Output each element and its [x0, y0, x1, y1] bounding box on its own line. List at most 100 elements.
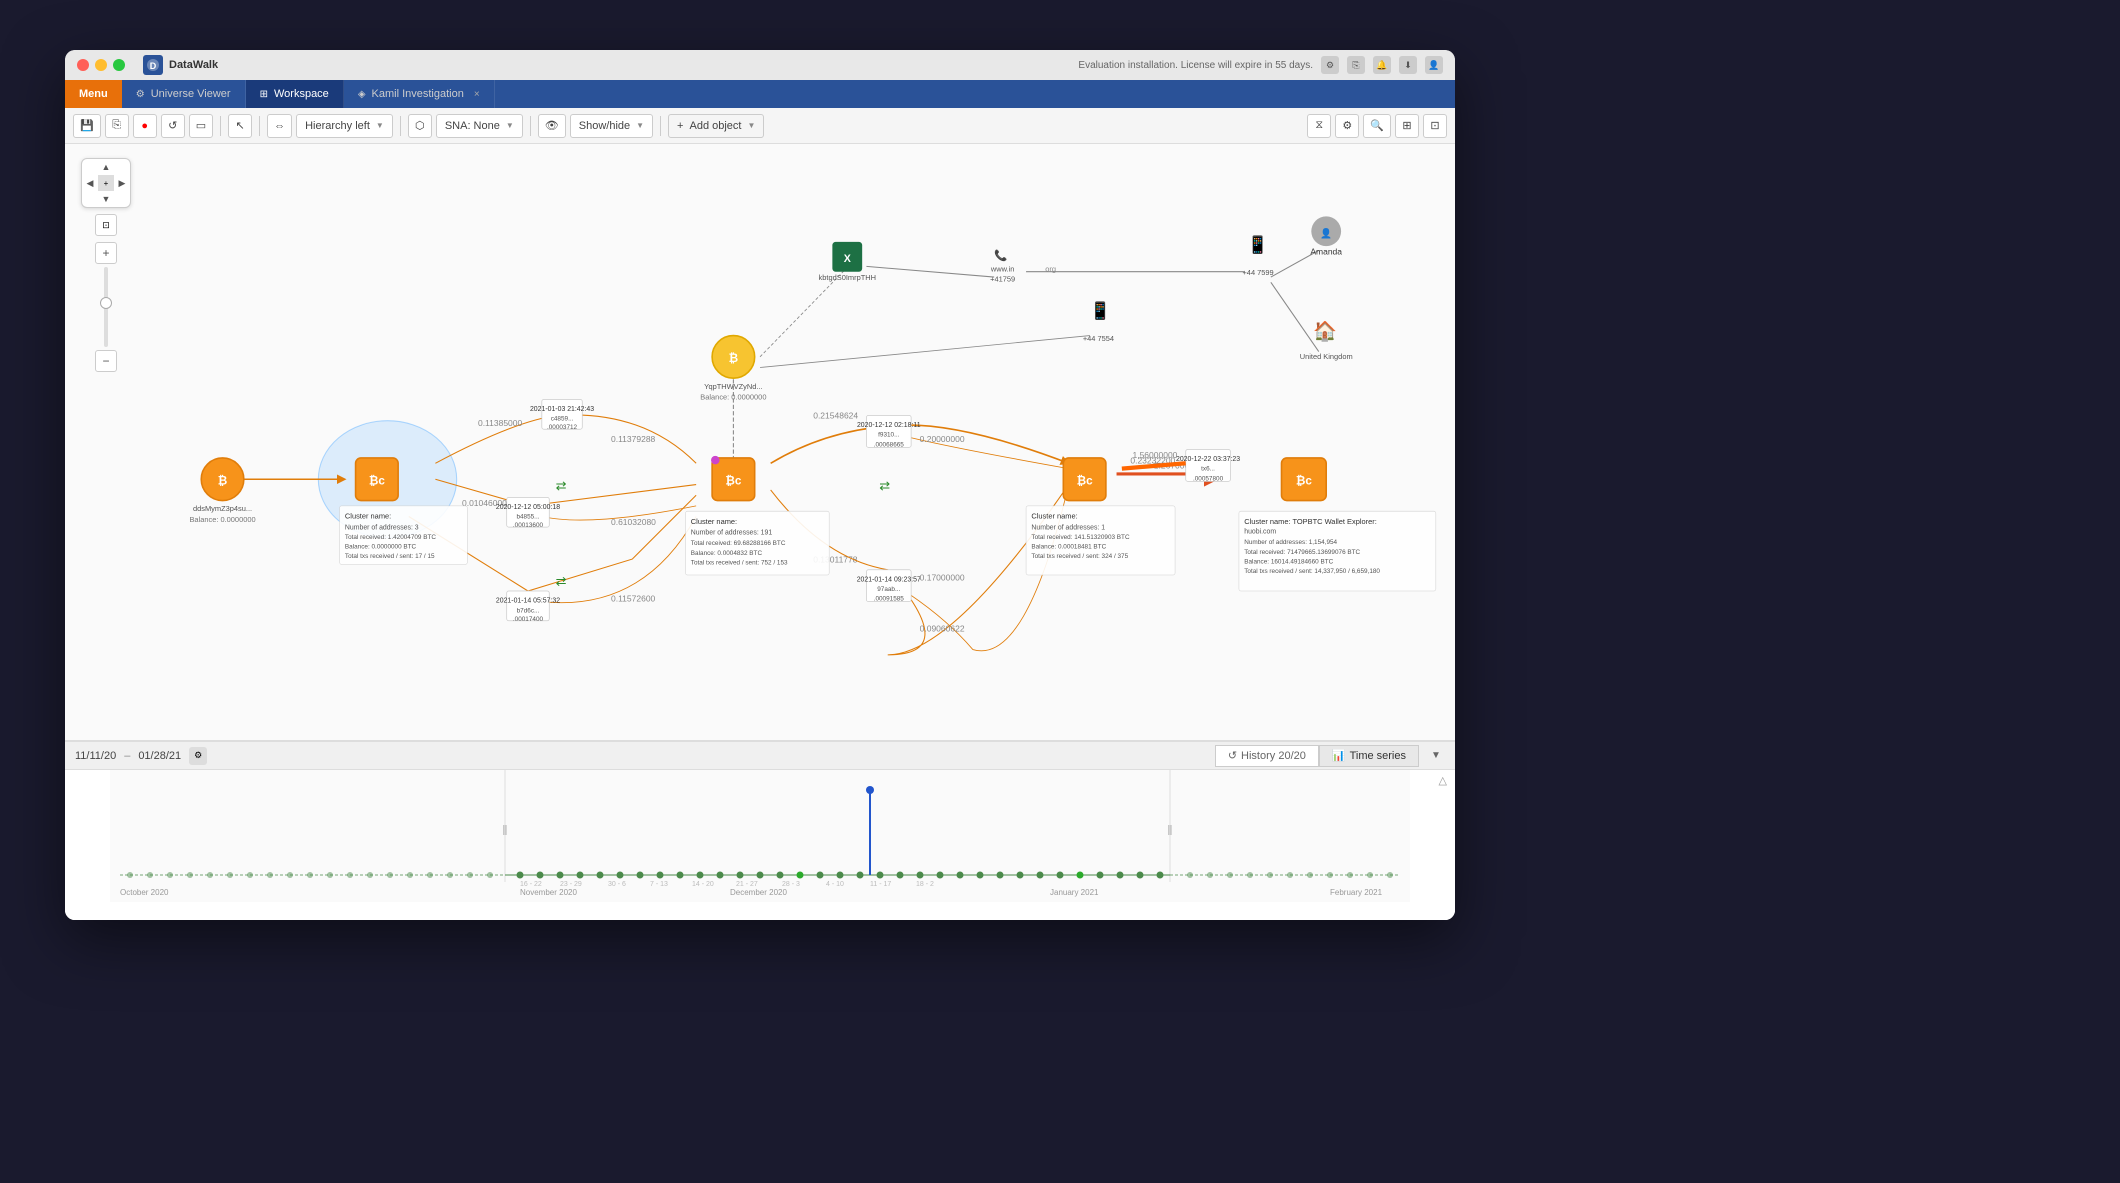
- timeline-svg: ‖ ‖: [65, 770, 1455, 902]
- minimize-button[interactable]: [95, 59, 107, 71]
- tx6-date: 2020-12-22 03:37:23: [1176, 456, 1240, 463]
- eye-icon: 👁: [538, 114, 566, 138]
- collapse-timeline-button[interactable]: △: [1439, 774, 1447, 787]
- cluster-6-received: Total received: 71479665.13699076 BTC: [1244, 549, 1360, 556]
- history-label: History 20/20: [1241, 750, 1306, 762]
- month-dec: December 2020: [730, 888, 787, 897]
- tx1-date: 2021-01-03 21:42:43: [530, 406, 594, 413]
- sna-dropdown[interactable]: SNA: None ▼: [436, 114, 523, 138]
- tx3-amount: .00017400: [513, 616, 544, 623]
- week-2329: 23 - 29: [560, 881, 582, 888]
- traffic-lights: [77, 59, 125, 71]
- btc-cluster-6-symbol: ₿c: [1296, 475, 1313, 488]
- edge-btc3-excel: [760, 270, 845, 357]
- filter-button[interactable]: ⧖: [1307, 114, 1331, 138]
- tab-close-icon[interactable]: ×: [474, 89, 480, 100]
- cluster-4-addresses: Number of addresses: 191: [691, 530, 773, 537]
- expand-button[interactable]: ⊞: [1395, 114, 1419, 138]
- cluster-2-txs: Total txs received / sent: 17 / 15: [345, 553, 435, 560]
- showhide-dropdown[interactable]: Show/hide ▼: [570, 114, 653, 138]
- graph-area[interactable]: ▲ ◀ + ▶ ▼ ⊡ + −: [65, 144, 1455, 740]
- timeseries-tab[interactable]: 📊 Time series: [1319, 745, 1419, 767]
- menu-button[interactable]: Menu: [65, 80, 122, 108]
- tabbar: Menu ⚙ Universe Viewer ⊞ Workspace ◈ Kam…: [65, 80, 1455, 108]
- rect-button[interactable]: ▭: [189, 114, 213, 138]
- collapse-panel-button[interactable]: ▼: [1427, 747, 1445, 765]
- copy-icon[interactable]: ⎘: [1347, 56, 1365, 74]
- graph-canvas[interactable]: 0.11385000 0.01046000 0.2154862: [65, 144, 1455, 740]
- btc-cluster-2-symbol: ₿c: [369, 475, 386, 488]
- investigation-icon: ◈: [358, 89, 366, 100]
- bell-icon[interactable]: 🔔: [1373, 56, 1391, 74]
- download-icon[interactable]: ⬇: [1399, 56, 1417, 74]
- tx4-hash: f9310...: [878, 432, 899, 439]
- toolbar: 💾 ⎘ ● ↺ ▭ ↖ ⇔ Hierarchy left ▼ ⬡ SNA: No…: [65, 108, 1455, 144]
- btc-cluster-4-dot: [711, 456, 720, 465]
- close-button[interactable]: [77, 59, 89, 71]
- timeline-area[interactable]: ‖ ‖: [65, 770, 1455, 920]
- btc-node-1-label: ddsMymZ3p4su...: [193, 504, 252, 513]
- add-object-dropdown[interactable]: + Add object ▼: [668, 114, 764, 138]
- tab-workspace[interactable]: ⊞ Workspace: [246, 80, 344, 108]
- btc-node-3-symbol: ₿: [729, 352, 739, 365]
- cursor-button[interactable]: ↖: [228, 114, 252, 138]
- location-icon: 🏠: [1313, 321, 1337, 343]
- settings-button[interactable]: ⚙: [1335, 114, 1359, 138]
- edge-label-20000: 0.20000000: [920, 434, 965, 444]
- edge-label-1: 0.11385000: [478, 418, 523, 428]
- btc-node-3-label: YqpTHWVZyNd...: [704, 382, 762, 391]
- cluster-4-balance: Balance: 0.0004832 BTC: [691, 550, 763, 557]
- record-button[interactable]: ●: [133, 114, 157, 138]
- settings-icon[interactable]: ⚙: [1321, 56, 1339, 74]
- edge-label-61032: 0.61032080: [611, 517, 656, 527]
- search-button[interactable]: 🔍: [1363, 114, 1391, 138]
- edge-tx3: [542, 517, 696, 603]
- undo-button[interactable]: ↺: [161, 114, 185, 138]
- phone-node-3-icon: 📱: [1247, 234, 1268, 254]
- hierarchy-dropdown[interactable]: Hierarchy left ▼: [296, 114, 393, 138]
- cluster-5-addresses: Number of addresses: 1: [1031, 524, 1105, 531]
- btc-node-1-balance: Balance: 0.0000000: [189, 515, 255, 524]
- titlebar-actions: ⚙ ⎘ 🔔 ⬇ 👤: [1321, 56, 1443, 74]
- edge-label-17000: 0.17000000: [920, 572, 965, 582]
- cluster-2-addresses: Number of addresses: 3: [345, 524, 419, 531]
- edge-btc3-phone2: [760, 336, 1090, 368]
- arrow-btc2-tx2: ⇄: [556, 574, 567, 589]
- history-tab[interactable]: ↺ History 20/20: [1215, 745, 1319, 767]
- maximize-button[interactable]: [113, 59, 125, 71]
- edge-tx4: [888, 431, 1069, 468]
- hierarchy-label: Hierarchy left: [305, 120, 370, 132]
- date-range-end: 01/28/21: [138, 750, 181, 762]
- main-content: ▲ ◀ + ▶ ▼ ⊡ + −: [65, 144, 1455, 920]
- month-nov: November 2020: [520, 888, 577, 897]
- cluster-6-name: Cluster name: TOPBTC Wallet Explorer:: [1244, 517, 1377, 526]
- fullscreen-button[interactable]: ⊡: [1423, 114, 1447, 138]
- phone-node-2-icon: 📱: [1090, 300, 1111, 320]
- tx5-date: 2021-01-14 09:23:57: [857, 576, 921, 583]
- main-window: D DataWalk Evaluation installation. Lice…: [65, 50, 1455, 920]
- phone-node-2-label: +44 7554: [1083, 334, 1114, 343]
- edge-label-1500: 1.56000000: [1133, 450, 1178, 460]
- bottom-panel: 11/11/20 – 01/28/21 ⚙ ↺ History 20/20 📊 …: [65, 740, 1455, 920]
- user-icon[interactable]: 👤: [1425, 56, 1443, 74]
- week-2127: 21 - 27: [736, 881, 758, 888]
- cluster-5-received: Total received: 141.51320903 BTC: [1031, 534, 1130, 541]
- app-logo: D DataWalk: [143, 55, 218, 75]
- cluster-6-txs: Total txs received / sent: 14,337,950 / …: [1244, 568, 1380, 575]
- tab-universe[interactable]: ⚙ Universe Viewer: [122, 80, 246, 108]
- timeline-settings-button[interactable]: ⚙: [189, 747, 207, 765]
- org-label: org: [1045, 265, 1056, 274]
- tx2-hash: b4855...: [516, 514, 539, 521]
- tx1-hash: c4859...: [551, 416, 574, 423]
- share-button[interactable]: ⎘: [105, 114, 129, 138]
- expand-right-icon: ‖: [1167, 822, 1173, 838]
- save-button[interactable]: 💾: [73, 114, 101, 138]
- edge-label-11572: 0.11572600: [611, 594, 656, 604]
- cluster-2-received: Total received: 1.42004709 BTC: [345, 534, 436, 541]
- showhide-caret: ▼: [636, 121, 644, 130]
- cluster-6-site: huobi.com: [1244, 529, 1276, 536]
- cluster-2-balance: Balance: 0.0000000 BTC: [345, 543, 417, 550]
- edge-excel-phone1: [866, 266, 994, 277]
- date-range-start: 11/11/20: [75, 750, 116, 762]
- tab-investigation[interactable]: ◈ Kamil Investigation ×: [344, 80, 495, 108]
